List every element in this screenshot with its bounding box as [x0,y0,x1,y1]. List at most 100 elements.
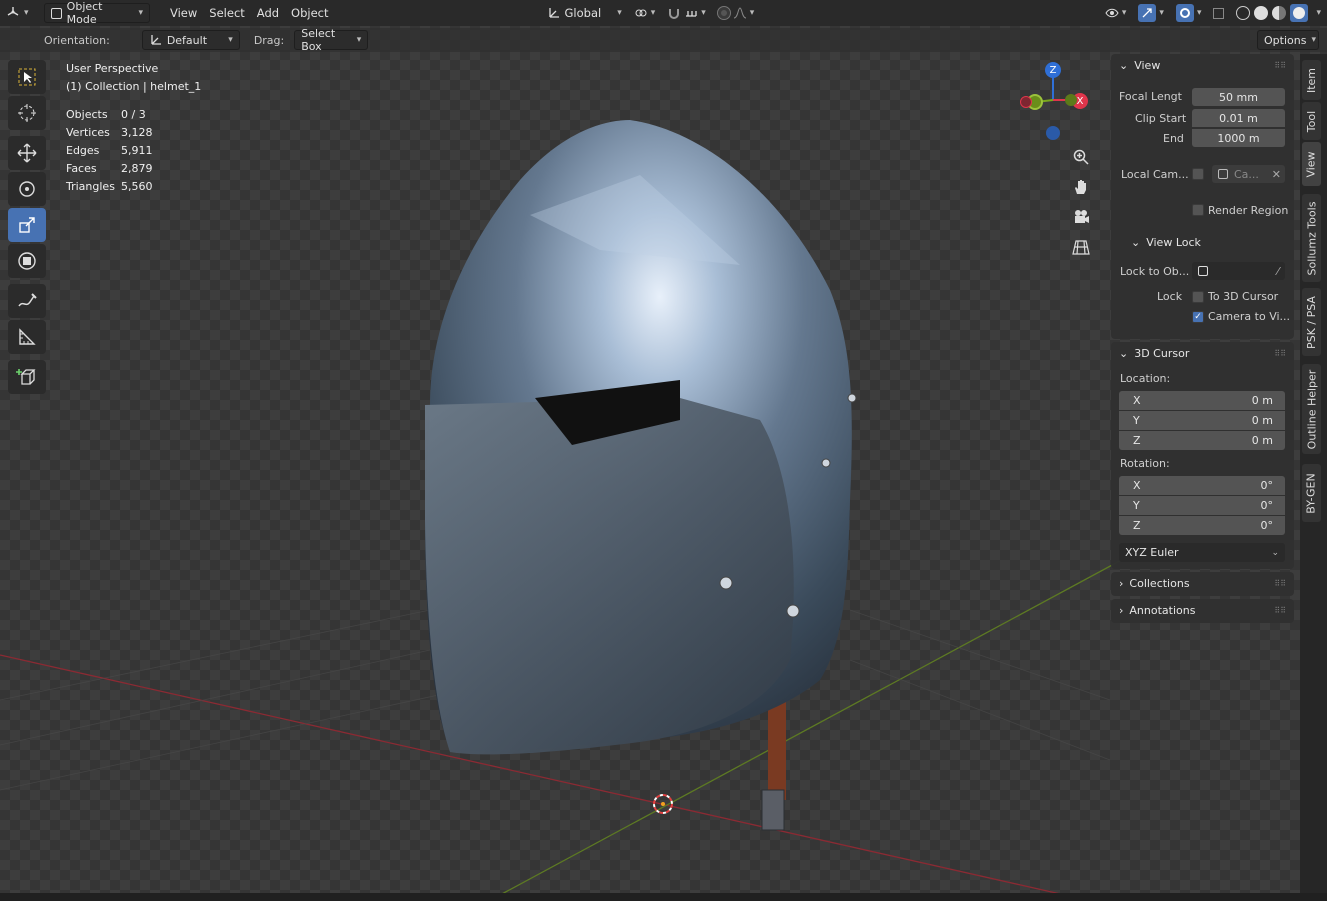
visibility-dropdown[interactable]: ▾ [1099,3,1133,23]
solid-shading-icon[interactable] [1254,6,1269,20]
options-dropdown[interactable]: Options ▾ [1257,30,1319,50]
local-camera-checkbox[interactable] [1192,168,1204,180]
annotations-panel-header[interactable]: › Annotations ⠿⠿ [1111,599,1294,621]
shading-options-dropdown[interactable]: ▾ [1310,3,1327,23]
sidebar-panel: ⌄ View ⠿⠿ Focal Lengt 50 mm Clip Start 0… [1111,54,1294,624]
camera-view-button[interactable] [1068,204,1094,230]
cursor-rotation-x-field[interactable]: X 0° [1119,476,1285,495]
drag-grip-icon[interactable]: ⠿⠿ [1274,61,1286,70]
view-lock-header[interactable]: ⌄ View Lock [1123,231,1201,253]
camera-object-icon [1218,169,1228,179]
object-mode-icon [51,7,62,19]
helmet-visor [425,398,794,755]
collections-panel-header[interactable]: › Collections ⠿⠿ [1111,572,1294,594]
gizmo-neg-y-axis[interactable] [1065,94,1077,106]
menu-view[interactable]: View [164,3,203,23]
gizmo-toggle[interactable]: ▾ [1132,3,1170,23]
cursor-rotation-z-field[interactable]: Z 0° [1119,516,1285,535]
xray-toggle[interactable] [1207,3,1230,23]
chevron-right-icon: › [1119,603,1124,617]
chevron-down-icon: ▾ [24,8,29,18]
menu-object[interactable]: Object [285,3,334,23]
zoom-button[interactable] [1068,144,1094,170]
focal-length-field[interactable]: 50 mm [1192,88,1285,106]
tab-sollumz-tools[interactable]: Sollumz Tools [1302,194,1321,282]
gizmo-z-axis[interactable]: Z [1045,62,1061,78]
gizmo-neg-x-axis[interactable] [1020,96,1032,108]
navigation-gizmo[interactable]: Z X [1018,60,1092,144]
cursor-location-z-field[interactable]: Z0 m [1119,431,1285,450]
annotate-tool[interactable] [8,284,46,318]
measure-tool[interactable] [8,320,46,354]
tab-view[interactable]: View [1302,142,1321,186]
mode-dropdown[interactable]: Object Mode ▾ [44,0,150,26]
overlays-toggle[interactable]: ▾ [1170,3,1208,23]
chevron-down-icon: ⌄ [1131,235,1141,249]
stat-row: Objects 0 / 3 [66,108,146,121]
rotate-tool[interactable] [8,172,46,206]
rotation-mode-dropdown[interactable]: XYZ Euler ⌄ [1119,543,1285,562]
stat-row: Faces 2,879 [66,162,153,175]
3d-cursor-panel-title: 3D Cursor [1134,346,1190,360]
pan-button[interactable] [1068,174,1094,200]
3d-cursor-panel-header[interactable]: ⌄ 3D Cursor ⠿⠿ [1111,342,1294,364]
tab-psk-psa[interactable]: PSK / PSA [1302,288,1321,356]
tab-item[interactable]: Item [1302,60,1321,100]
lock-to-3d-cursor-checkbox[interactable] [1192,291,1204,303]
annotations-title: Annotations [1129,603,1196,617]
add-cube-tool[interactable] [8,360,46,394]
render-region-checkbox[interactable] [1192,204,1204,216]
pivot-dropdown[interactable]: ▾ [628,3,662,23]
tab-outline-helper[interactable]: Outline Helper [1302,364,1321,454]
view-panel-header[interactable]: ⌄ View ⠿⠿ [1111,54,1294,76]
collections-panel[interactable]: › Collections ⠿⠿ [1111,572,1294,596]
select-box-tool[interactable] [8,60,46,94]
perspective-toggle-button[interactable] [1068,234,1094,260]
move-tool[interactable] [8,136,46,170]
tab-tool[interactable]: Tool [1302,102,1321,140]
orientation-label: Global [564,6,602,20]
transform-tool[interactable] [8,244,46,278]
chevron-down-icon: ▾ [749,8,755,18]
stat-row: Edges 5,911 [66,144,153,157]
clip-start-field[interactable]: 0.01 m [1192,109,1285,127]
scale-tool[interactable] [8,208,46,242]
drag-grip-icon[interactable]: ⠿⠿ [1274,606,1286,615]
gizmo-icon [1138,4,1157,22]
local-camera-field[interactable]: Ca... ✕ [1212,165,1285,183]
camera-to-view-checkbox[interactable]: ✓ [1192,311,1204,323]
3d-cursor-panel: ⌄ 3D Cursor ⠿⠿ Location: X0 m Y0 m Z0 m … [1111,342,1294,569]
lock-to-object-field[interactable]: ⁄ [1192,262,1285,280]
cursor-location-y-field[interactable]: Y0 m [1119,411,1285,430]
stat-row: Vertices 3,128 [66,126,153,139]
clip-end-field[interactable]: 1000 m [1192,129,1285,147]
wireframe-shading-icon[interactable] [1236,6,1251,20]
transform-orientation-dropdown[interactable]: Global ▾ [541,3,628,23]
drag-grip-icon[interactable]: ⠿⠿ [1274,349,1286,358]
object-icon [1198,266,1208,276]
editor-type-button[interactable]: ▾ [0,3,44,23]
axis-icon [151,35,161,45]
eyedropper-icon[interactable]: ⁄ [1277,265,1279,278]
snap-increment-icon [686,11,697,17]
add-cube-icon [16,369,36,385]
cursor-rotation-y-field[interactable]: Y 0° [1119,496,1285,515]
proportional-edit-toggle[interactable]: ▾ [712,3,761,23]
clear-icon[interactable]: ✕ [1272,168,1281,181]
rendered-shading-icon[interactable] [1290,4,1309,22]
drag-grip-icon[interactable]: ⠿⠿ [1274,579,1286,588]
gizmo-neg-z-axis[interactable] [1046,126,1060,140]
cursor-icon [18,104,36,122]
cursor-location-x-field[interactable]: X0 m [1119,391,1285,410]
material-shading-icon[interactable] [1272,6,1287,20]
orientation-dropdown[interactable]: Default ▾ [141,30,240,50]
menu-select[interactable]: Select [203,3,250,23]
tab-by-gen[interactable]: BY-GEN [1302,464,1321,522]
cursor-tool[interactable] [8,96,46,130]
menu-add[interactable]: Add [251,3,285,23]
drag-dropdown[interactable]: Select Box ▾ [294,27,369,53]
chevron-down-icon: ▾ [617,8,622,18]
select-box-icon [18,68,36,86]
snap-toggle[interactable]: ▾ [661,3,712,23]
annotations-panel[interactable]: › Annotations ⠿⠿ [1111,599,1294,623]
